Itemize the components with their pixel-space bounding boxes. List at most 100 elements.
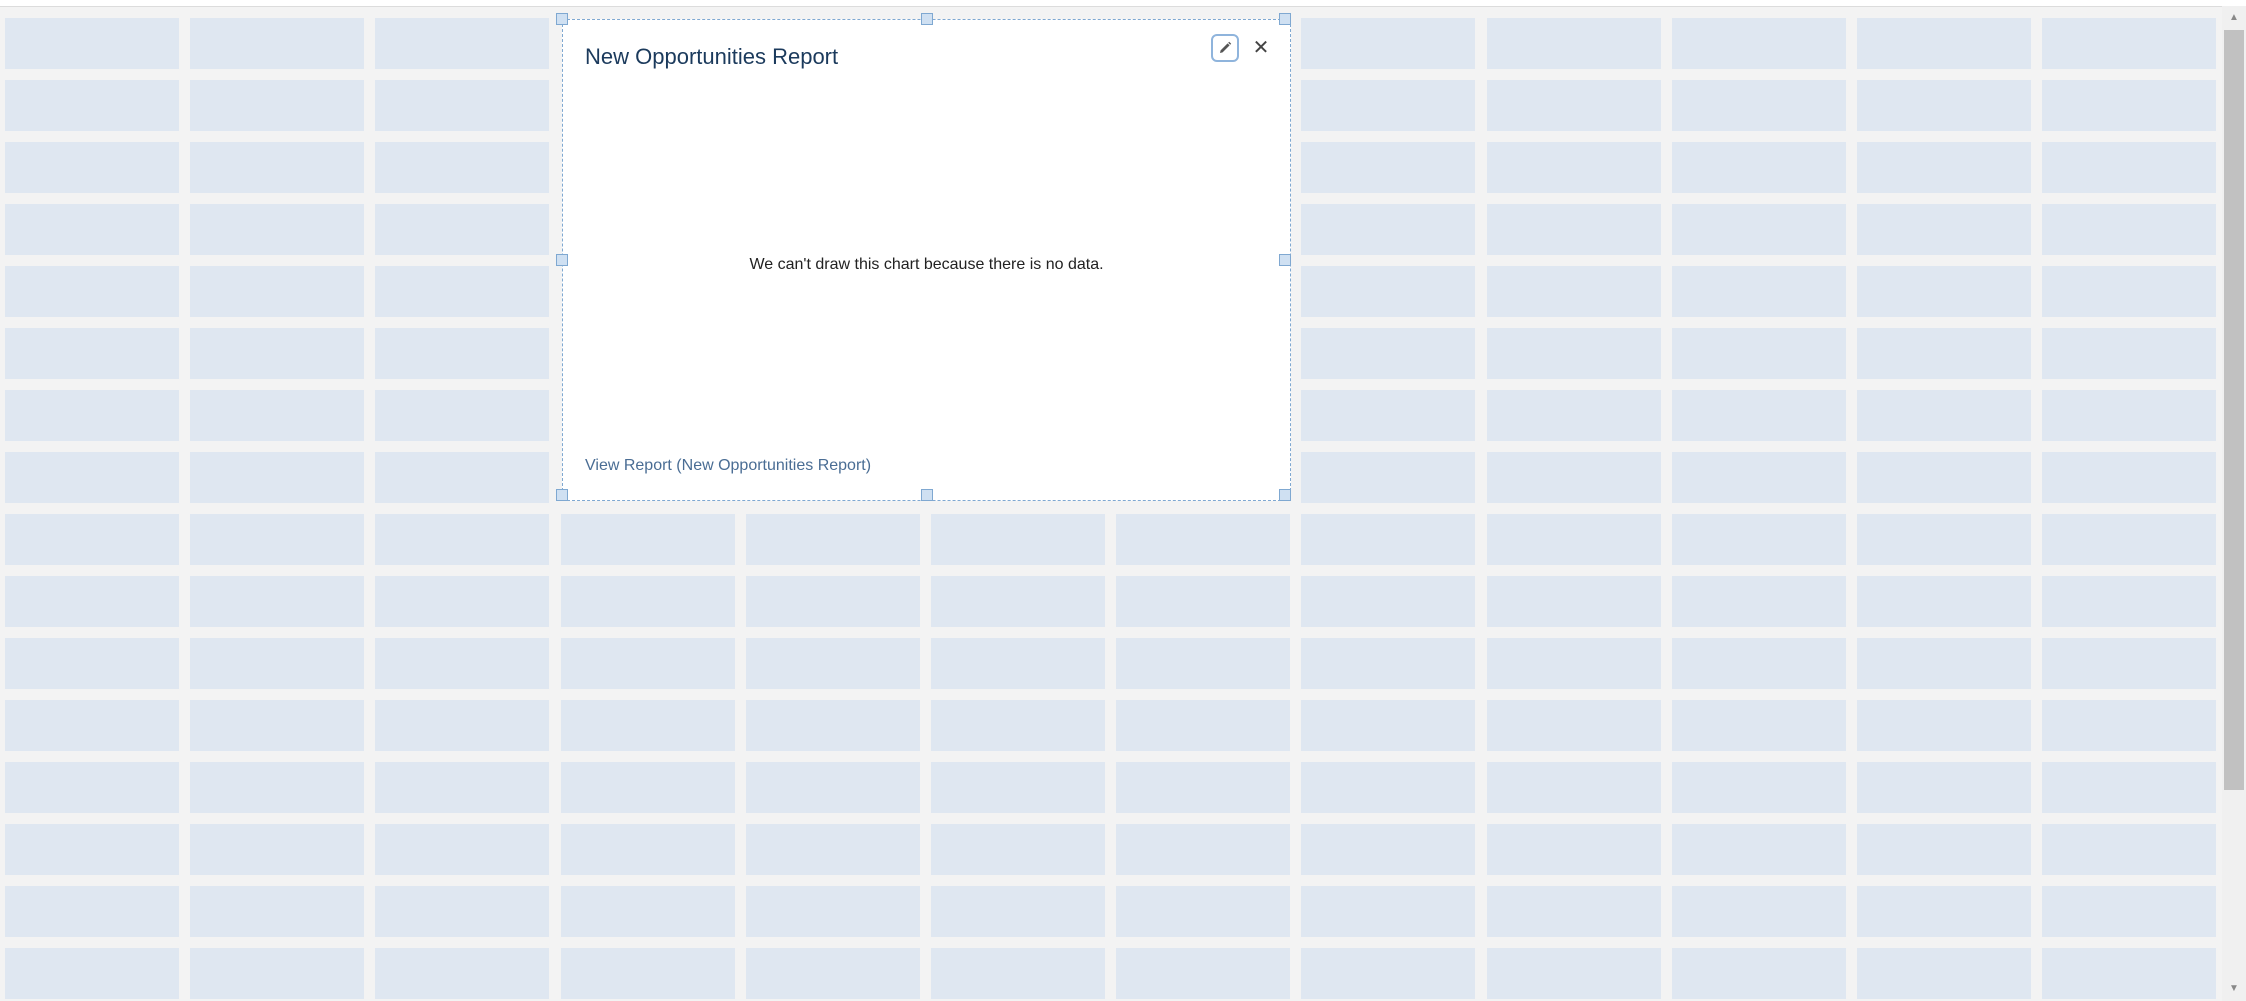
grid-cell xyxy=(1487,948,1661,999)
grid-cell xyxy=(1301,80,1475,131)
grid-cell xyxy=(1857,390,2031,441)
grid-cell xyxy=(561,576,735,627)
grid-cell xyxy=(5,80,179,131)
grid-cell xyxy=(2042,266,2216,317)
grid-cell xyxy=(931,886,1105,937)
grid-cell xyxy=(190,824,364,875)
grid-cell xyxy=(1672,700,1846,751)
grid-cell xyxy=(1672,18,1846,69)
grid-cell xyxy=(1672,824,1846,875)
resize-handle-top[interactable] xyxy=(921,13,933,25)
grid-cell xyxy=(190,700,364,751)
grid-cell xyxy=(2042,142,2216,193)
grid-cell xyxy=(375,514,549,565)
grid-cell xyxy=(1116,576,1290,627)
grid-cell xyxy=(1301,328,1475,379)
grid-cell xyxy=(746,886,920,937)
grid-cell xyxy=(1857,576,2031,627)
grid-cell xyxy=(746,948,920,999)
grid-cell xyxy=(375,452,549,503)
grid-cell xyxy=(5,948,179,999)
grid-cell xyxy=(746,824,920,875)
report-chart-widget[interactable]: New Opportunities Report ✕ We can't draw… xyxy=(556,13,1291,501)
resize-handle-bottom[interactable] xyxy=(921,489,933,501)
grid-cell xyxy=(375,142,549,193)
grid-cell xyxy=(2042,328,2216,379)
grid-cell xyxy=(1301,948,1475,999)
grid-cell xyxy=(375,576,549,627)
grid-cell xyxy=(1301,886,1475,937)
resize-handle-right[interactable] xyxy=(1279,254,1291,266)
resize-handle-left[interactable] xyxy=(556,254,568,266)
grid-cell xyxy=(5,824,179,875)
grid-cell xyxy=(190,638,364,689)
grid-cell xyxy=(190,452,364,503)
grid-cell xyxy=(1672,266,1846,317)
grid-cell xyxy=(1301,514,1475,565)
grid-cell xyxy=(375,80,549,131)
grid-cell xyxy=(1487,390,1661,441)
grid-cell xyxy=(1487,514,1661,565)
grid-cell xyxy=(1116,948,1290,999)
grid-cell xyxy=(375,638,549,689)
grid-cell xyxy=(190,514,364,565)
grid-cell xyxy=(190,18,364,69)
close-button[interactable]: ✕ xyxy=(1249,34,1273,62)
grid-cell xyxy=(931,576,1105,627)
widget-title: New Opportunities Report xyxy=(585,44,839,69)
grid-cell xyxy=(190,142,364,193)
grid-cell xyxy=(5,638,179,689)
grid-cell xyxy=(1301,204,1475,255)
grid-cell xyxy=(931,700,1105,751)
dashboard-canvas: New Opportunities Report ✕ We can't draw… xyxy=(0,0,2246,1001)
grid-cell xyxy=(1487,80,1661,131)
vertical-scrollbar[interactable]: ▲ ▼ xyxy=(2222,6,2246,1001)
grid-cell xyxy=(190,576,364,627)
grid-cell xyxy=(931,514,1105,565)
grid-cell xyxy=(5,576,179,627)
grid-cell xyxy=(1487,452,1661,503)
edit-button[interactable] xyxy=(1211,34,1239,62)
grid-cell xyxy=(1672,452,1846,503)
grid-cell xyxy=(1487,638,1661,689)
grid-cell xyxy=(746,576,920,627)
grid-cell xyxy=(561,948,735,999)
scroll-down-button[interactable]: ▼ xyxy=(2222,979,2246,999)
grid-cell xyxy=(375,948,549,999)
grid-cell xyxy=(190,266,364,317)
grid-cell xyxy=(1672,328,1846,379)
grid-cell xyxy=(190,762,364,813)
view-report-link[interactable]: View Report (New Opportunities Report) xyxy=(585,457,871,475)
grid-cell xyxy=(190,886,364,937)
scrollbar-thumb[interactable] xyxy=(2224,30,2244,790)
grid-cell xyxy=(1857,514,2031,565)
grid-cell xyxy=(1857,762,2031,813)
scroll-up-button[interactable]: ▲ xyxy=(2222,8,2246,28)
grid-cell xyxy=(931,948,1105,999)
grid-cell xyxy=(190,948,364,999)
grid-cell xyxy=(190,328,364,379)
grid-cell xyxy=(1487,204,1661,255)
resize-handle-top-left[interactable] xyxy=(556,13,568,25)
resize-handle-top-right[interactable] xyxy=(1279,13,1291,25)
grid-cell xyxy=(1857,266,2031,317)
grid-cell xyxy=(5,18,179,69)
grid-cell xyxy=(375,390,549,441)
grid-cell xyxy=(1487,18,1661,69)
grid-cell xyxy=(1857,886,2031,937)
grid-cell xyxy=(1487,824,1661,875)
grid-cell xyxy=(931,638,1105,689)
resize-handle-bottom-right[interactable] xyxy=(1279,489,1291,501)
grid-cell xyxy=(375,266,549,317)
grid-cell xyxy=(1487,266,1661,317)
grid-cell xyxy=(2042,700,2216,751)
grid-cell xyxy=(2042,452,2216,503)
grid-cell xyxy=(1301,390,1475,441)
grid-cell xyxy=(1857,204,2031,255)
grid-cell xyxy=(2042,886,2216,937)
grid-cell xyxy=(1116,886,1290,937)
grid-cell xyxy=(2042,576,2216,627)
resize-handle-bottom-left[interactable] xyxy=(556,489,568,501)
grid-cell xyxy=(561,514,735,565)
grid-cell xyxy=(746,762,920,813)
